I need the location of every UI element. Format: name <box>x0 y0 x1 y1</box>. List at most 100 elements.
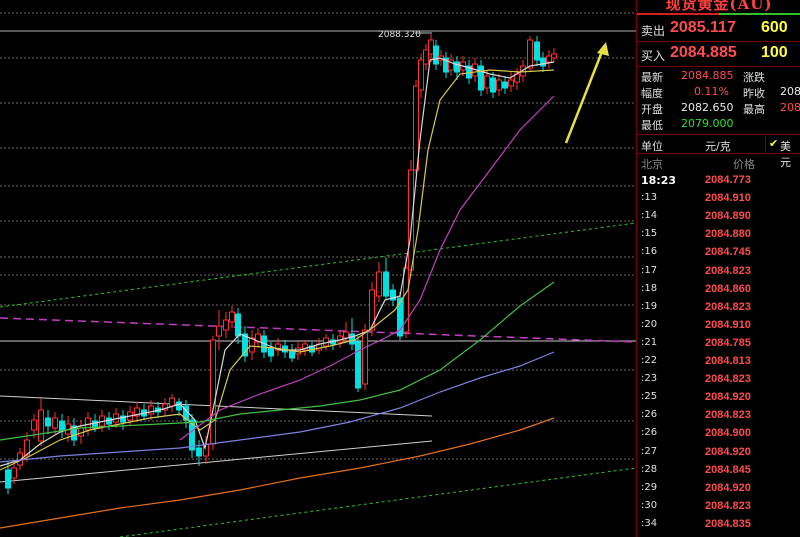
tick-time: :26 <box>641 409 658 421</box>
tick-price: 2084.910 <box>705 318 751 331</box>
low-value: 2079.000 <box>681 117 734 130</box>
candle-body <box>169 397 175 407</box>
candle-body <box>433 45 439 65</box>
instrument-title-bar: 现货黄金(AU) <box>637 0 800 15</box>
tick-price: 2084.920 <box>705 481 751 494</box>
tick-row: :18 2084.860 <box>637 281 800 299</box>
candle-body <box>478 65 484 91</box>
amplitude-value: 0.11% <box>694 85 729 98</box>
instrument-title: 现货黄金(AU) <box>665 0 773 13</box>
trend-lines <box>0 222 636 537</box>
latest-label: 最新 <box>641 71 663 84</box>
prev-close-label: 昨收 <box>743 87 765 100</box>
candle-body <box>223 319 229 331</box>
candle-body <box>551 53 557 59</box>
tick-time: :25 <box>641 391 658 403</box>
tick-time: :27 <box>641 445 658 457</box>
candle-body <box>196 447 202 457</box>
tick-time: :26 <box>641 427 658 439</box>
candle-body <box>362 329 368 385</box>
candle-body <box>59 420 65 431</box>
tick-row: :23 2084.823 <box>637 371 800 389</box>
title-underline-green <box>719 13 800 15</box>
unit-row: 单位 元/克 ✔ 美元 <box>637 136 800 169</box>
candle-body <box>38 409 44 442</box>
prev-close-value: 208 <box>780 85 800 98</box>
tick-time: :30 <box>641 499 658 511</box>
latest-value: 2084.885 <box>681 69 734 82</box>
tick-price: 2084.890 <box>705 210 751 223</box>
tick-row: :30 2084.823 <box>637 498 800 516</box>
candle-body <box>349 333 355 345</box>
tick-row: :26 2084.900 <box>637 425 800 443</box>
tick-row: :34 2084.835 <box>637 516 800 534</box>
tick-row: :25 2084.920 <box>637 389 800 407</box>
quote-panel: 现货黄金(AU) 卖出 2085.117 600 买入 2084.885 100… <box>636 0 800 537</box>
buy-price: 2084.885 <box>670 44 737 61</box>
tick-row: :16 2084.745 <box>637 244 800 262</box>
tick-row: :19 2084.823 <box>637 299 800 317</box>
unit-label: 单位 <box>641 140 663 153</box>
chart-grid <box>0 12 636 460</box>
peak-price-label: 2088.320 <box>378 30 421 40</box>
divider <box>637 153 800 154</box>
candle-body <box>527 39 533 69</box>
tick-price: 2084.845 <box>705 463 751 476</box>
tick-time: :22 <box>641 355 658 366</box>
tick-row: :27 2084.920 <box>637 444 800 462</box>
low-label: 最低 <box>641 119 663 132</box>
tick-row: :17 2084.823 <box>637 263 800 281</box>
unit-value: 元/克 <box>705 140 731 153</box>
tick-header-place: 北京 <box>641 158 663 171</box>
tick-time: :21 <box>641 336 658 348</box>
tick-header-price: 价格 <box>733 158 755 171</box>
buy-label: 买入 <box>641 49 666 63</box>
buy-quote-row: 买入 2084.885 100 <box>637 43 800 65</box>
tick-time: :23 <box>641 373 658 385</box>
tick-time: :20 <box>641 318 658 330</box>
candle-body <box>52 417 58 429</box>
tick-price: 2084.835 <box>705 517 751 530</box>
tick-price: 2084.785 <box>705 336 751 349</box>
candle-body <box>210 339 216 445</box>
tick-time: :18 <box>641 282 658 294</box>
tick-price: 2084.823 <box>705 264 751 277</box>
tick-price: 2084.910 <box>705 192 751 205</box>
candle-body <box>343 331 349 339</box>
tick-time: :28 <box>641 463 658 475</box>
tick-header: 北京 价格 <box>637 155 800 172</box>
candle-body <box>508 79 514 87</box>
candle-body <box>484 75 490 89</box>
tick-time: 18:23 <box>641 174 677 187</box>
checkmark-icon[interactable]: ✔ <box>769 137 778 150</box>
candle-body <box>31 419 37 431</box>
candle-body <box>418 59 424 91</box>
candle-body <box>490 77 496 93</box>
tick-price: 2084.823 <box>705 373 751 386</box>
tick-time: :14 <box>641 210 658 222</box>
candle-body <box>369 289 375 331</box>
divider <box>637 66 800 67</box>
sell-label: 卖出 <box>641 24 666 38</box>
tick-price: 2084.823 <box>705 300 751 313</box>
trend-line-green-lower <box>119 467 636 537</box>
high-label: 最高 <box>743 103 765 116</box>
candlestick-chart[interactable]: 2088.320 <box>0 0 636 537</box>
tick-price: 2084.920 <box>705 445 751 458</box>
high-value: 208 <box>780 101 800 114</box>
buy-volume: 100 <box>761 44 788 61</box>
candle-body <box>235 313 241 337</box>
tick-time: :34 <box>641 517 658 529</box>
candle-body <box>383 271 389 297</box>
tick-price: 2084.813 <box>705 355 751 367</box>
candle-body <box>403 267 409 333</box>
candle-body <box>428 39 434 55</box>
candle-body <box>376 271 382 297</box>
sell-quote-row: 卖出 2085.117 600 <box>637 18 800 40</box>
tick-price: 2084.920 <box>705 391 751 404</box>
candle-body <box>176 401 182 411</box>
candle-body <box>534 41 540 61</box>
tick-row: :15 2084.880 <box>637 226 800 244</box>
ma-green-line <box>0 281 555 441</box>
tick-row: 18:23 2084.773 <box>637 172 800 190</box>
